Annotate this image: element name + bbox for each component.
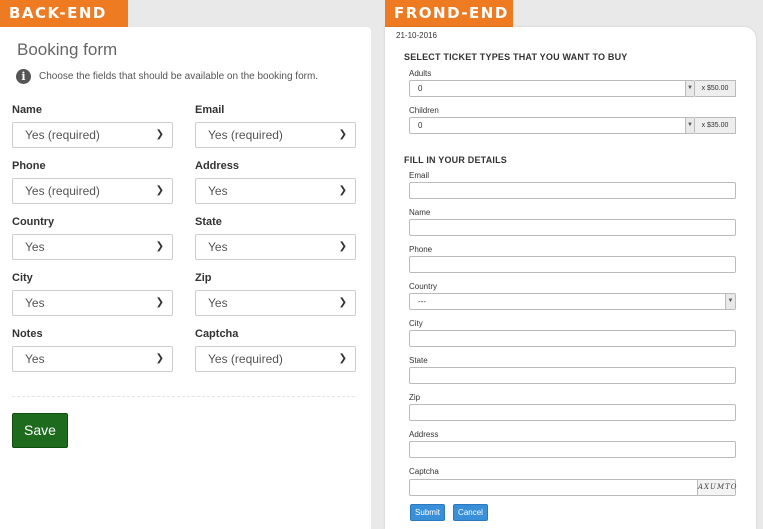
select-value: Yes bbox=[208, 240, 228, 254]
chevron-down-icon: ❯ bbox=[338, 353, 347, 364]
chevron-down-icon: ❯ bbox=[338, 241, 347, 252]
chevron-down-icon: ❯ bbox=[155, 129, 164, 140]
select-value: Yes bbox=[208, 184, 228, 198]
help-text: i Choose the fields that should be avail… bbox=[16, 69, 318, 84]
zip-label: Zip bbox=[409, 393, 421, 402]
select-value: Yes (required) bbox=[208, 352, 283, 366]
field-captcha: Captcha Yes (required) ❯ bbox=[195, 328, 356, 372]
phone-select[interactable]: Yes (required) ❯ bbox=[12, 178, 173, 204]
select-value: 0 bbox=[418, 121, 423, 130]
adults-label: Adults bbox=[409, 69, 432, 78]
field-state: State Yes ❯ bbox=[195, 216, 356, 260]
select-value: Yes (required) bbox=[25, 128, 100, 142]
field-email: Email Yes (required) ❯ bbox=[195, 104, 356, 148]
captcha-select[interactable]: Yes (required) ❯ bbox=[195, 346, 356, 372]
field-label: Zip bbox=[195, 272, 212, 284]
captcha-image: AXUMTO bbox=[697, 480, 737, 495]
state-select[interactable]: Yes ❯ bbox=[195, 234, 356, 260]
name-label: Name bbox=[409, 208, 431, 217]
field-label: State bbox=[195, 216, 222, 228]
select-value: Yes bbox=[25, 296, 45, 310]
captcha-field[interactable]: AXUMTO bbox=[409, 479, 737, 496]
field-label: Country bbox=[12, 216, 55, 228]
field-country: Country Yes ❯ bbox=[12, 216, 173, 260]
captcha-label: Captcha bbox=[409, 467, 439, 476]
email-field[interactable] bbox=[409, 182, 736, 199]
address-label: Address bbox=[409, 430, 439, 439]
submit-button[interactable]: Submit bbox=[410, 504, 445, 521]
field-notes: Notes Yes ❯ bbox=[12, 328, 173, 372]
state-field[interactable] bbox=[409, 367, 736, 384]
chevron-down-icon: ▼ bbox=[685, 118, 694, 133]
city-field[interactable] bbox=[409, 330, 736, 347]
field-name: Name Yes (required) ❯ bbox=[12, 104, 173, 148]
field-label: Name bbox=[12, 104, 42, 116]
country-select[interactable]: Yes ❯ bbox=[12, 234, 173, 260]
field-label: Address bbox=[195, 160, 240, 172]
help-label: Choose the fields that should be availab… bbox=[39, 71, 319, 82]
field-phone: Phone Yes (required) ❯ bbox=[12, 160, 173, 204]
name-select[interactable]: Yes (required) ❯ bbox=[12, 122, 173, 148]
chevron-down-icon: ❯ bbox=[338, 297, 347, 308]
select-value: Yes (required) bbox=[25, 184, 100, 198]
zip-select[interactable]: Yes ❯ bbox=[195, 290, 356, 316]
booking-form-title: Booking form bbox=[17, 40, 118, 59]
chevron-down-icon: ❯ bbox=[155, 185, 164, 196]
children-price: x $35.00 bbox=[695, 117, 736, 134]
field-label: Captcha bbox=[195, 328, 239, 340]
details-heading: FILL IN YOUR DETAILS bbox=[404, 155, 508, 165]
select-value: Yes bbox=[25, 352, 45, 366]
name-field[interactable] bbox=[409, 219, 736, 236]
event-date: 21-10-2016 bbox=[396, 31, 437, 40]
country-label: Country bbox=[409, 282, 438, 291]
field-label: Phone bbox=[12, 160, 46, 172]
children-label: Children bbox=[409, 106, 439, 115]
zip-field[interactable] bbox=[409, 404, 736, 421]
cancel-button[interactable]: Cancel bbox=[453, 504, 488, 521]
select-value: 0 bbox=[418, 84, 423, 93]
back-end-tab: BACK-END bbox=[0, 0, 128, 27]
field-label: City bbox=[12, 272, 33, 284]
field-label: Notes bbox=[12, 328, 43, 340]
front-end-tab: FROND-END bbox=[385, 0, 513, 27]
address-field[interactable] bbox=[409, 441, 736, 458]
adults-select[interactable]: 0 ▼ bbox=[409, 80, 695, 97]
info-icon: i bbox=[16, 69, 31, 84]
state-label: State bbox=[409, 356, 428, 365]
city-label: City bbox=[409, 319, 423, 328]
divider bbox=[12, 396, 355, 397]
phone-field[interactable] bbox=[409, 256, 736, 273]
chevron-down-icon: ❯ bbox=[155, 241, 164, 252]
select-value: Yes bbox=[25, 240, 45, 254]
chevron-down-icon: ▼ bbox=[685, 81, 694, 96]
adults-price: x $50.00 bbox=[695, 80, 736, 97]
select-value: Yes (required) bbox=[208, 128, 283, 142]
city-select[interactable]: Yes ❯ bbox=[12, 290, 173, 316]
chevron-down-icon: ❯ bbox=[338, 185, 347, 196]
phone-label: Phone bbox=[409, 245, 433, 254]
children-select[interactable]: 0 ▼ bbox=[409, 117, 695, 134]
chevron-down-icon: ❯ bbox=[338, 129, 347, 140]
address-select[interactable]: Yes ❯ bbox=[195, 178, 356, 204]
country-dropdown[interactable]: --- ▼ bbox=[409, 293, 736, 310]
front-end-panel: 21-10-2016 SELECT TICKET TYPES THAT YOU … bbox=[385, 27, 756, 529]
notes-select[interactable]: Yes ❯ bbox=[12, 346, 173, 372]
back-end-panel: Booking form i Choose the fields that sh… bbox=[0, 27, 371, 529]
field-label: Email bbox=[195, 104, 225, 116]
save-button[interactable]: Save bbox=[12, 413, 68, 448]
select-value: Yes bbox=[208, 296, 228, 310]
field-zip: Zip Yes ❯ bbox=[195, 272, 356, 316]
chevron-down-icon: ❯ bbox=[155, 297, 164, 308]
email-label: Email bbox=[409, 171, 430, 180]
select-value: --- bbox=[418, 297, 426, 306]
email-select[interactable]: Yes (required) ❯ bbox=[195, 122, 356, 148]
chevron-down-icon: ▼ bbox=[725, 294, 735, 309]
field-city: City Yes ❯ bbox=[12, 272, 173, 316]
field-address: Address Yes ❯ bbox=[195, 160, 356, 204]
chevron-down-icon: ❯ bbox=[155, 353, 164, 364]
tickets-heading: SELECT TICKET TYPES THAT YOU WANT TO BUY bbox=[404, 52, 628, 62]
